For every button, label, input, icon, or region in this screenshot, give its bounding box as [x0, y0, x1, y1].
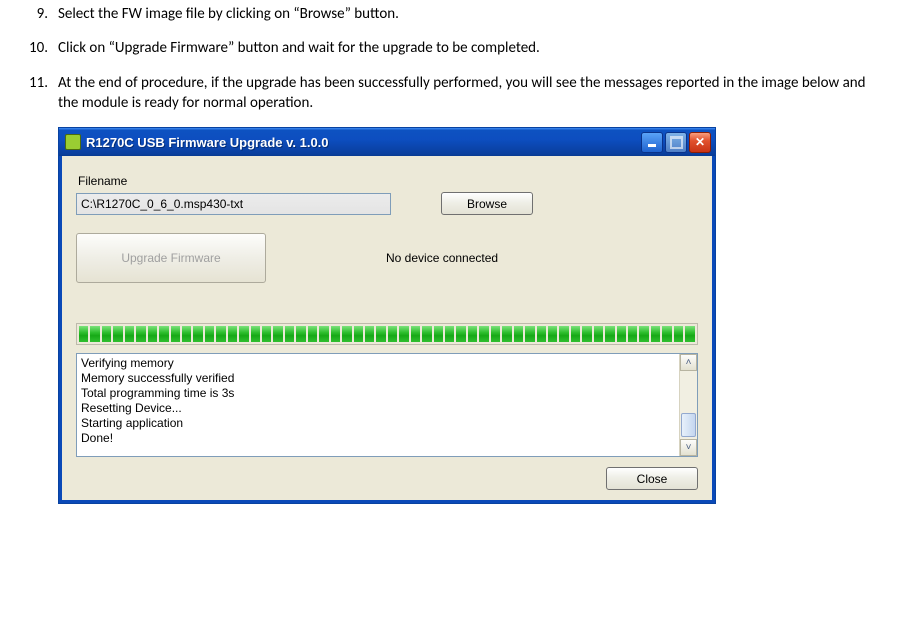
upgrade-row: Upgrade Firmware No device connected [76, 233, 698, 283]
instruction-step-10: Click on “Upgrade Firmware” button and w… [58, 38, 880, 58]
progress-segment [251, 326, 260, 342]
screenshot-figure: R1270C USB Firmware Upgrade v. 1.0.0 ✕ F… [58, 127, 880, 504]
progress-segment [216, 326, 225, 342]
close-button[interactable]: Close [606, 467, 698, 490]
upgrade-firmware-button[interactable]: Upgrade Firmware [76, 233, 266, 283]
dialog-footer: Close [76, 467, 698, 490]
progress-segment [228, 326, 237, 342]
titlebar[interactable]: R1270C USB Firmware Upgrade v. 1.0.0 ✕ [59, 128, 715, 156]
file-row: C:\R1270C_0_6_0.msp430-txt Browse [76, 192, 698, 215]
filename-label: Filename [78, 174, 698, 188]
progress-segment [399, 326, 408, 342]
progress-segment [239, 326, 248, 342]
progress-segment [90, 326, 99, 342]
progress-segment [79, 326, 88, 342]
log-line: Resetting Device... [81, 401, 679, 416]
progress-segment [685, 326, 694, 342]
progress-segment [354, 326, 363, 342]
status-text: No device connected [386, 251, 498, 265]
progress-segment [674, 326, 683, 342]
progress-segment [388, 326, 397, 342]
progress-segment [479, 326, 488, 342]
progress-segment [537, 326, 546, 342]
progress-segment [571, 326, 580, 342]
progress-segment [491, 326, 500, 342]
progress-segment [365, 326, 374, 342]
progress-segment [159, 326, 168, 342]
scrollbar[interactable]: ˄ ˅ [679, 354, 697, 456]
scroll-down-button[interactable]: ˅ [680, 439, 697, 456]
log-lines: Verifying memoryMemory successfully veri… [81, 356, 679, 446]
progress-segment [125, 326, 134, 342]
progress-segment [502, 326, 511, 342]
progress-segment [582, 326, 591, 342]
progress-segment [662, 326, 671, 342]
progress-segment [639, 326, 648, 342]
progress-segment [605, 326, 614, 342]
maximize-button [665, 132, 687, 153]
progress-segment [193, 326, 202, 342]
progress-segment [445, 326, 454, 342]
progress-segment [456, 326, 465, 342]
log-line: Total programming time is 3s [81, 386, 679, 401]
progress-segment [525, 326, 534, 342]
progress-segment [113, 326, 122, 342]
app-icon [65, 134, 81, 150]
window-controls: ✕ [641, 132, 711, 153]
progress-segment [434, 326, 443, 342]
progress-segment [182, 326, 191, 342]
progress-segment [171, 326, 180, 342]
log-box[interactable]: Verifying memoryMemory successfully veri… [76, 353, 698, 457]
progress-segment [411, 326, 420, 342]
progress-segment [548, 326, 557, 342]
progress-segment [273, 326, 282, 342]
progress-segment [514, 326, 523, 342]
progress-segment [594, 326, 603, 342]
instruction-step-11: At the end of procedure, if the upgrade … [58, 73, 880, 114]
scroll-up-button[interactable]: ˄ [680, 354, 697, 371]
progress-segment [319, 326, 328, 342]
close-window-button[interactable]: ✕ [689, 132, 711, 153]
progress-segment [628, 326, 637, 342]
filepath-field[interactable]: C:\R1270C_0_6_0.msp430-txt [76, 193, 391, 215]
log-line: Memory successfully verified [81, 371, 679, 386]
log-line: Starting application [81, 416, 679, 431]
instruction-step-9: Select the FW image file by clicking on … [58, 4, 880, 24]
upgrade-dialog: R1270C USB Firmware Upgrade v. 1.0.0 ✕ F… [58, 127, 716, 504]
progress-segment [617, 326, 626, 342]
progress-segment [262, 326, 271, 342]
scroll-thumb[interactable] [681, 413, 696, 437]
dialog-body: Filename C:\R1270C_0_6_0.msp430-txt Brow… [59, 156, 715, 503]
progress-segment [331, 326, 340, 342]
minimize-button[interactable] [641, 132, 663, 153]
progress-segment [136, 326, 145, 342]
page: Select the FW image file by clicking on … [0, 0, 898, 514]
progress-segment [422, 326, 431, 342]
progress-segment [376, 326, 385, 342]
progress-segment [148, 326, 157, 342]
browse-button[interactable]: Browse [441, 192, 533, 215]
progress-segment [468, 326, 477, 342]
progress-bar [76, 323, 698, 345]
instruction-list: Select the FW image file by clicking on … [18, 4, 880, 113]
progress-segment [308, 326, 317, 342]
progress-segment [102, 326, 111, 342]
progress-segment [285, 326, 294, 342]
progress-segment [296, 326, 305, 342]
progress-segment [651, 326, 660, 342]
log-line: Verifying memory [81, 356, 679, 371]
progress-segment [342, 326, 351, 342]
window-title: R1270C USB Firmware Upgrade v. 1.0.0 [86, 135, 641, 150]
progress-segment [205, 326, 214, 342]
log-line: Done! [81, 431, 679, 446]
progress-segment [559, 326, 568, 342]
